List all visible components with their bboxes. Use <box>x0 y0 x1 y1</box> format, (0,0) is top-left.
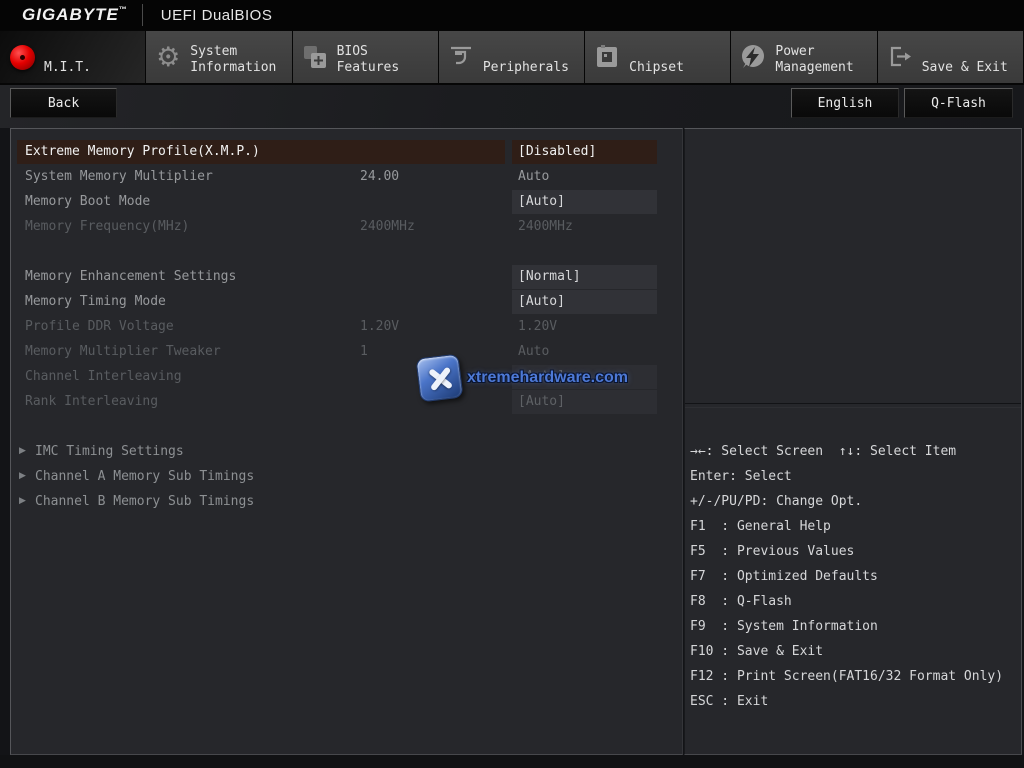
settings-row[interactable]: Memory Frequency(MHz) 2400MHz 2400MHz <box>11 215 682 240</box>
setting-value[interactable]: [Auto] <box>512 290 657 314</box>
tab-label: Save & Exit <box>922 31 1023 83</box>
settings-row[interactable]: ▶ Channel B Memory Sub Timings <box>11 490 682 515</box>
qflash-button[interactable]: Q-Flash <box>904 88 1013 118</box>
settings-rows: Extreme Memory Profile(X.M.P.) [Disabled]… <box>11 140 682 515</box>
language-button[interactable]: English <box>791 88 899 118</box>
setting-current-value: 1 <box>360 344 368 359</box>
tab-peripherals[interactable]: Peripherals <box>439 31 584 83</box>
setting-value: Auto <box>518 169 549 184</box>
setting-label: Memory Boot Mode <box>25 194 150 209</box>
title-bar: GIGABYTE™ UEFI DualBIOS <box>0 0 1024 30</box>
bios-chip-icon <box>293 31 337 83</box>
tab-label: Peripherals <box>483 31 584 83</box>
setting-label: Memory Multiplier Tweaker <box>25 344 221 359</box>
setting-current-value: 1.20V <box>360 319 399 334</box>
setting-value[interactable]: [Auto] <box>512 190 657 214</box>
submenu-arrow-icon: ▶ <box>19 471 26 481</box>
tab-label: Power Management <box>775 31 876 83</box>
exit-door-icon <box>878 31 922 83</box>
toolbar-band: Back English Q-Flash <box>0 85 1024 128</box>
setting-value: 1.20V <box>518 319 557 334</box>
setting-label: Channel B Memory Sub Timings <box>35 494 254 509</box>
settings-row[interactable]: Memory Timing Mode [Auto] <box>11 290 682 315</box>
red-dot-icon <box>0 31 44 83</box>
submenu-arrow-icon: ▶ <box>19 446 26 456</box>
back-button[interactable]: Back <box>10 88 117 118</box>
tab-label: System Information <box>190 31 291 83</box>
peripherals-icon <box>439 31 483 83</box>
setting-label: System Memory Multiplier <box>25 169 213 184</box>
setting-current-value: 2400MHz <box>360 219 415 234</box>
help-line: F7 : Optimized Defaults <box>690 569 1020 594</box>
help-panel: →←: Select Screen ↑↓: Select ItemEnter: … <box>684 128 1022 755</box>
trademark: ™ <box>119 5 128 14</box>
setting-current-value: 24.00 <box>360 169 399 184</box>
help-line: →←: Select Screen ↑↓: Select Item <box>690 444 1020 469</box>
setting-value[interactable]: [Disabled] <box>512 140 657 164</box>
setting-label: Memory Timing Mode <box>25 294 166 309</box>
help-line: F1 : General Help <box>690 519 1020 544</box>
power-bolt-icon <box>731 31 775 83</box>
settings-row[interactable]: Profile DDR Voltage 1.20V 1.20V <box>11 315 682 340</box>
settings-row[interactable]: Memory Enhancement Settings [Normal] <box>11 265 682 290</box>
settings-row[interactable]: Extreme Memory Profile(X.M.P.) [Disabled] <box>11 140 682 165</box>
setting-label: Memory Enhancement Settings <box>25 269 236 284</box>
tab-label: M.I.T. <box>44 31 145 83</box>
bottom-strip <box>0 755 1024 768</box>
help-line: F5 : Previous Values <box>690 544 1020 569</box>
tab-bios-features[interactable]: BIOS Features <box>293 31 438 83</box>
setting-label: IMC Timing Settings <box>35 444 184 459</box>
watermark: xtremehardware.com <box>418 356 628 400</box>
help-line: F8 : Q-Flash <box>690 594 1020 619</box>
settings-row[interactable]: Memory Boot Mode [Auto] <box>11 190 682 215</box>
tab-label: BIOS Features <box>337 31 438 83</box>
firmware-title: UEFI DualBIOS <box>161 7 273 24</box>
help-line: Enter: Select <box>690 469 1020 494</box>
settings-row[interactable]: System Memory Multiplier 24.00 Auto <box>11 165 682 190</box>
gigabyte-logo: GIGABYTE™ <box>22 5 128 25</box>
watermark-x-icon <box>415 354 463 403</box>
help-panel-divider <box>685 407 1021 408</box>
settings-row[interactable]: ▶ Channel A Memory Sub Timings <box>11 465 682 490</box>
watermark-text: xtremehardware.com <box>467 369 628 387</box>
row-spacer <box>11 415 682 440</box>
tab-label: Chipset <box>629 31 730 83</box>
settings-row[interactable]: ▶ IMC Timing Settings <box>11 440 682 465</box>
titlebar-divider <box>142 4 143 26</box>
chipset-icon <box>585 31 629 83</box>
tab-bar: M.I.T. ⚙ System Information BIOS Feature… <box>0 30 1024 85</box>
help-line: F12 : Print Screen(FAT16/32 Format Only) <box>690 669 1020 694</box>
setting-label: Profile DDR Voltage <box>25 319 174 334</box>
key-legend: →←: Select Screen ↑↓: Select ItemEnter: … <box>690 444 1020 719</box>
submenu-arrow-icon: ▶ <box>19 496 26 506</box>
setting-value[interactable]: [Normal] <box>512 265 657 289</box>
setting-label: Channel A Memory Sub Timings <box>35 469 254 484</box>
setting-label: Memory Frequency(MHz) <box>25 219 189 234</box>
setting-label: Channel Interleaving <box>25 369 182 384</box>
help-panel-divider <box>685 403 1021 404</box>
help-line: F9 : System Information <box>690 619 1020 644</box>
row-spacer <box>11 240 682 265</box>
setting-label: Rank Interleaving <box>25 394 158 409</box>
setting-value: 2400MHz <box>518 219 573 234</box>
tab-system-information[interactable]: ⚙ System Information <box>146 31 291 83</box>
setting-label: Extreme Memory Profile(X.M.P.) <box>25 144 260 159</box>
tab-mit[interactable]: M.I.T. <box>0 31 145 83</box>
help-line: F10 : Save & Exit <box>690 644 1020 669</box>
bios-screen: GIGABYTE™ UEFI DualBIOS M.I.T. ⚙ System … <box>0 0 1024 768</box>
tab-power-management[interactable]: Power Management <box>731 31 876 83</box>
settings-panel: Extreme Memory Profile(X.M.P.) [Disabled]… <box>10 128 683 755</box>
help-line: ESC : Exit <box>690 694 1020 719</box>
tab-chipset[interactable]: Chipset <box>585 31 730 83</box>
tab-save-exit[interactable]: Save & Exit <box>878 31 1023 83</box>
gear-icon: ⚙ <box>146 31 190 83</box>
help-line: +/-/PU/PD: Change Opt. <box>690 494 1020 519</box>
